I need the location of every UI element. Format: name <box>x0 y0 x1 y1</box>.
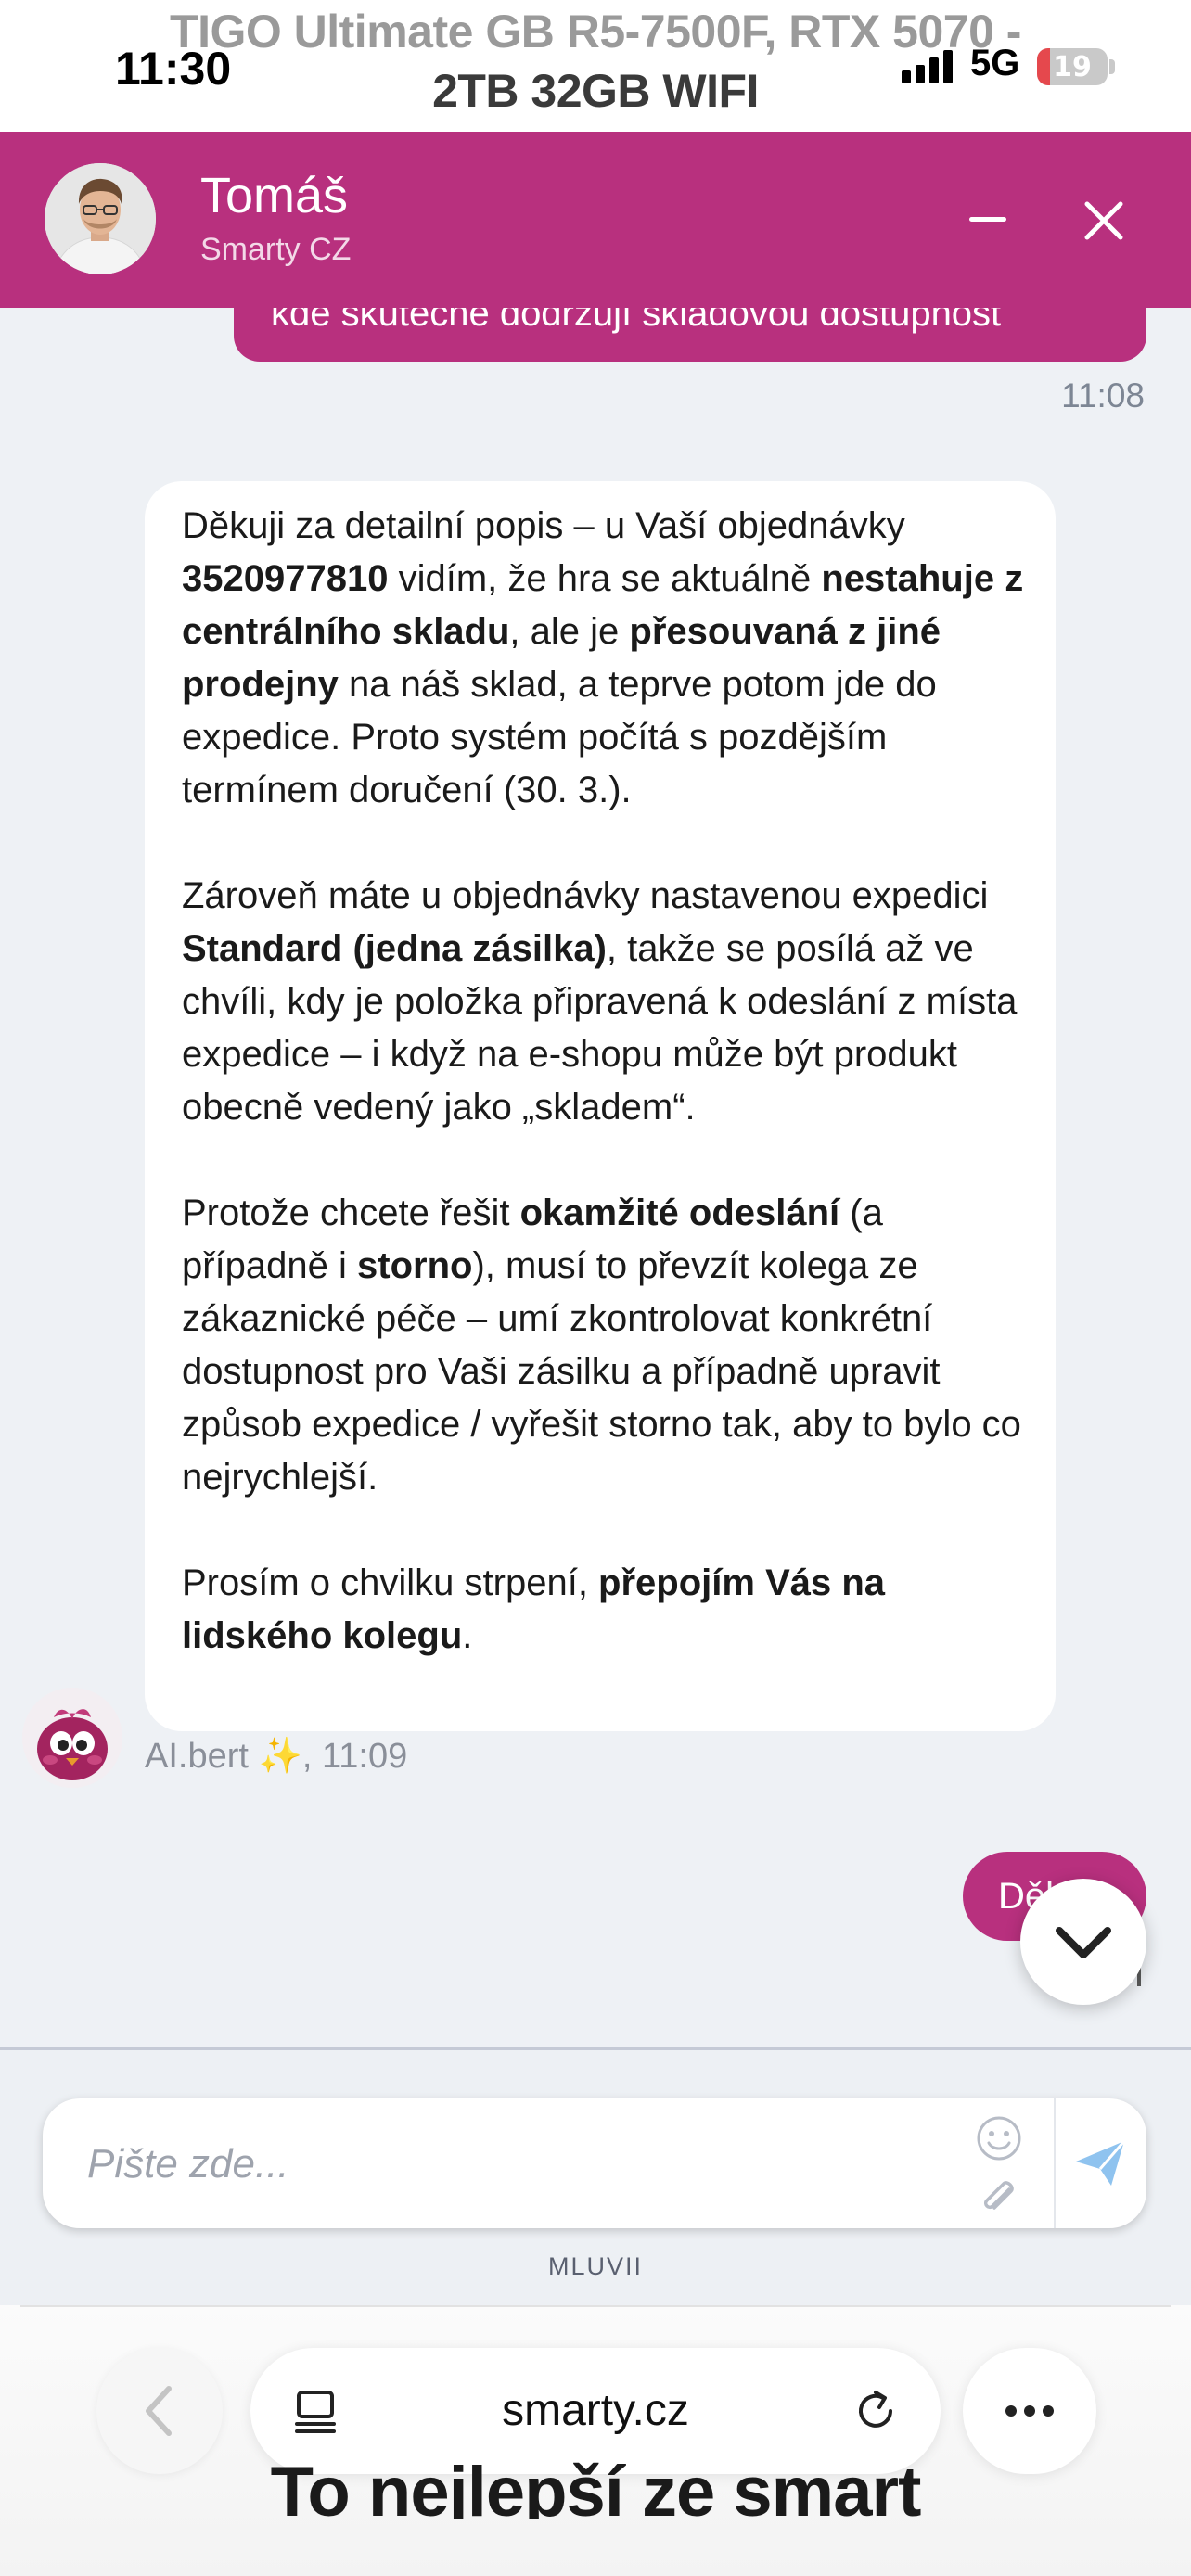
bot-message-bubble: Děkuji za detailní popis – u Vaší objedn… <box>145 481 1056 1731</box>
bot-paragraph-3: Protože chcete řešit okamžité odeslání (… <box>182 1192 1021 1498</box>
bot-sender-name: AI.bert <box>145 1737 249 1776</box>
agent-company: Smarty CZ <box>200 232 352 267</box>
browser-toolbar: smarty.cz <box>0 2305 1191 2576</box>
status-bar: TIGO Ultimate GB R5-7500F, RTX 5070 - 2T… <box>0 0 1191 132</box>
bot-message-meta: AI.bert ✨, 11:09 <box>145 1736 407 1777</box>
chat-header: Tomáš Smarty CZ <box>0 132 1191 308</box>
battery-icon: 19 <box>1037 48 1108 85</box>
toolbar-divider <box>20 2305 1171 2307</box>
scroll-down-button[interactable] <box>1020 1879 1146 2005</box>
sparkle-icon: ✨ <box>258 1737 302 1776</box>
url-text: smarty.cz <box>502 2386 689 2435</box>
reload-button[interactable] <box>848 2383 903 2439</box>
bot-paragraph-4: Prosím o chvilku strpení, přepojím Vás n… <box>182 1562 886 1656</box>
composer <box>43 2098 1146 2228</box>
agent-avatar <box>45 163 156 274</box>
emoji-button[interactable] <box>974 2113 1024 2163</box>
composer-divider <box>1054 2098 1056 2228</box>
battery-level: 19 <box>1053 51 1092 83</box>
chevron-down-icon <box>1056 1927 1111 1958</box>
bot-message-time: , 11:09 <box>301 1737 408 1776</box>
send-button[interactable] <box>1070 2134 1130 2193</box>
paperclip-icon <box>983 2181 1014 2210</box>
bot-paragraph-1: Děkuji za detailní popis – u Vaší objedn… <box>182 505 1024 810</box>
reload-icon <box>859 2391 892 2428</box>
battery-tip <box>1109 59 1115 74</box>
close-icon <box>1084 201 1123 240</box>
status-time: 11:30 <box>115 43 232 95</box>
composer-area: MLUVII <box>0 2047 1191 2305</box>
close-button[interactable] <box>1076 193 1132 249</box>
send-icon <box>1076 2140 1126 2186</box>
signal-icon <box>902 50 957 83</box>
agent-name: Tomáš <box>200 168 349 223</box>
minimize-button[interactable] <box>965 191 1011 247</box>
powered-by-label: MLUVII <box>547 2252 644 2280</box>
page-banner-text: To nejlepší ze smart <box>270 2453 922 2519</box>
emoji-icon <box>977 2116 1021 2161</box>
user-message-time: 11:08 <box>1061 376 1145 414</box>
network-type: 5G <box>970 43 1020 83</box>
message-input[interactable] <box>87 2132 959 2197</box>
bot-avatar <box>22 1688 122 1788</box>
more-icon <box>1005 2405 1017 2417</box>
bot-paragraph-2: Zároveň máte u objednávky nastavenou exp… <box>182 875 1018 1128</box>
attach-button[interactable] <box>974 2169 1024 2219</box>
